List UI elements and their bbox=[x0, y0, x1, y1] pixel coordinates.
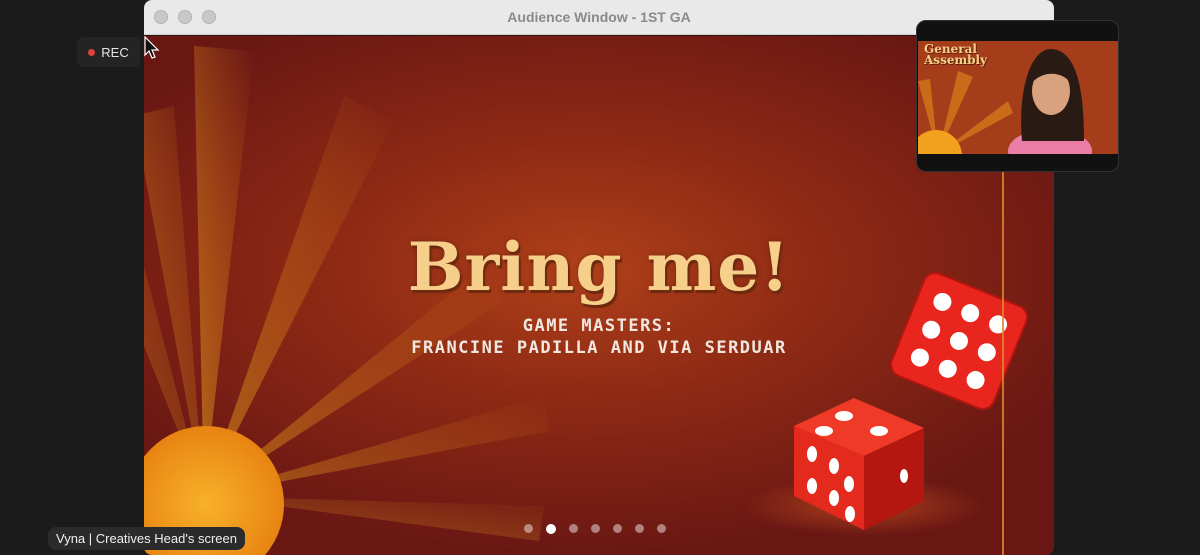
general-assembly-logo: General Assembly bbox=[924, 42, 988, 67]
speaker-video: General Assembly bbox=[918, 41, 1118, 154]
screen-share-label: Vyna | Creatives Head's screen bbox=[48, 527, 245, 550]
slide-subtitle-line-1: GAME MASTERS: bbox=[522, 316, 676, 336]
record-dot-icon bbox=[88, 48, 96, 56]
slide-headline: Bring me! bbox=[407, 228, 791, 306]
decorative-vertical-line bbox=[1002, 166, 1004, 555]
mouse-pointer-icon bbox=[144, 36, 160, 59]
page-dot[interactable] bbox=[657, 524, 666, 533]
rec-label: REC bbox=[101, 44, 129, 60]
recording-indicator[interactable]: REC bbox=[77, 37, 140, 67]
slide-pagination bbox=[524, 523, 666, 534]
page-dot[interactable] bbox=[524, 524, 533, 533]
page-dot-active[interactable] bbox=[546, 523, 556, 534]
page-dot[interactable] bbox=[613, 524, 622, 533]
page-dot[interactable] bbox=[591, 524, 600, 533]
speaker-video-thumbnail[interactable]: General Assembly bbox=[916, 20, 1119, 172]
slide-subtitle-line-2: FRANCINE PADILLA AND VIA SERDUAR bbox=[411, 338, 787, 358]
page-dot[interactable] bbox=[569, 524, 578, 533]
page-dot[interactable] bbox=[635, 524, 644, 533]
